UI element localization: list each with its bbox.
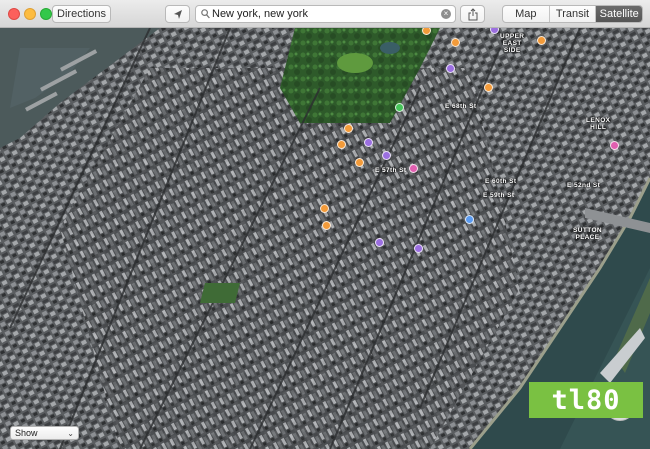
map-poi[interactable] <box>375 238 384 247</box>
neighborhood-label-upper-east-side: UPPER EAST SIDE <box>500 33 525 54</box>
minimize-window-button[interactable] <box>24 8 36 20</box>
map-poi[interactable] <box>395 103 404 112</box>
zoom-window-button[interactable] <box>40 8 52 20</box>
map-poi[interactable] <box>446 64 455 73</box>
map-poi[interactable] <box>409 164 418 173</box>
map-poi[interactable] <box>322 221 331 230</box>
street-label-e-68th: E 68th St <box>445 103 477 110</box>
show-label: Show <box>15 428 38 438</box>
search-icon <box>201 9 210 19</box>
map-poi[interactable] <box>414 244 423 253</box>
street-label-e-57th: E 57th St <box>375 167 407 174</box>
directions-button[interactable]: Directions <box>52 5 111 23</box>
current-location-button[interactable] <box>165 5 190 23</box>
tl80-watermark-logo: tl80 <box>529 382 643 418</box>
map-poi[interactable] <box>537 36 546 45</box>
view-mode-map[interactable]: Map <box>503 6 550 22</box>
close-window-button[interactable] <box>8 8 20 20</box>
view-mode-satellite[interactable]: Satellite <box>596 6 642 22</box>
map-poi[interactable] <box>355 158 364 167</box>
neighborhood-label-sutton-place: SUTTON PLACE <box>573 227 603 241</box>
view-mode-transit[interactable]: Transit <box>550 6 597 22</box>
map-poi[interactable] <box>320 204 329 213</box>
search-field[interactable]: × <box>195 5 456 23</box>
share-button[interactable] <box>460 5 485 23</box>
map-poi[interactable] <box>382 151 391 160</box>
map-poi[interactable] <box>484 83 493 92</box>
search-input[interactable] <box>212 7 432 21</box>
map-poi[interactable] <box>337 140 346 149</box>
neighborhood-label-lenox-hill: LENOX HILL <box>586 117 611 131</box>
chevron-down-icon: ⌄ <box>67 429 74 438</box>
street-label-e-60th: E 60th St <box>485 178 517 185</box>
map-poi[interactable] <box>451 38 460 47</box>
show-popup-button[interactable]: Show ⌄ <box>10 426 79 440</box>
street-label-e-59th: E 59th St <box>483 192 515 199</box>
map-poi[interactable] <box>364 138 373 147</box>
toolbar: Directions × Map Transit Satellite <box>0 0 650 28</box>
view-mode-segmented-control: Map Transit Satellite <box>502 5 643 23</box>
map-poi[interactable] <box>610 141 619 150</box>
clear-icon[interactable]: × <box>441 9 451 19</box>
location-arrow-icon <box>174 10 182 19</box>
map-poi[interactable] <box>465 215 474 224</box>
share-icon <box>468 8 478 21</box>
street-label-e-52nd: E 52nd St <box>567 182 601 189</box>
map-poi[interactable] <box>344 124 353 133</box>
